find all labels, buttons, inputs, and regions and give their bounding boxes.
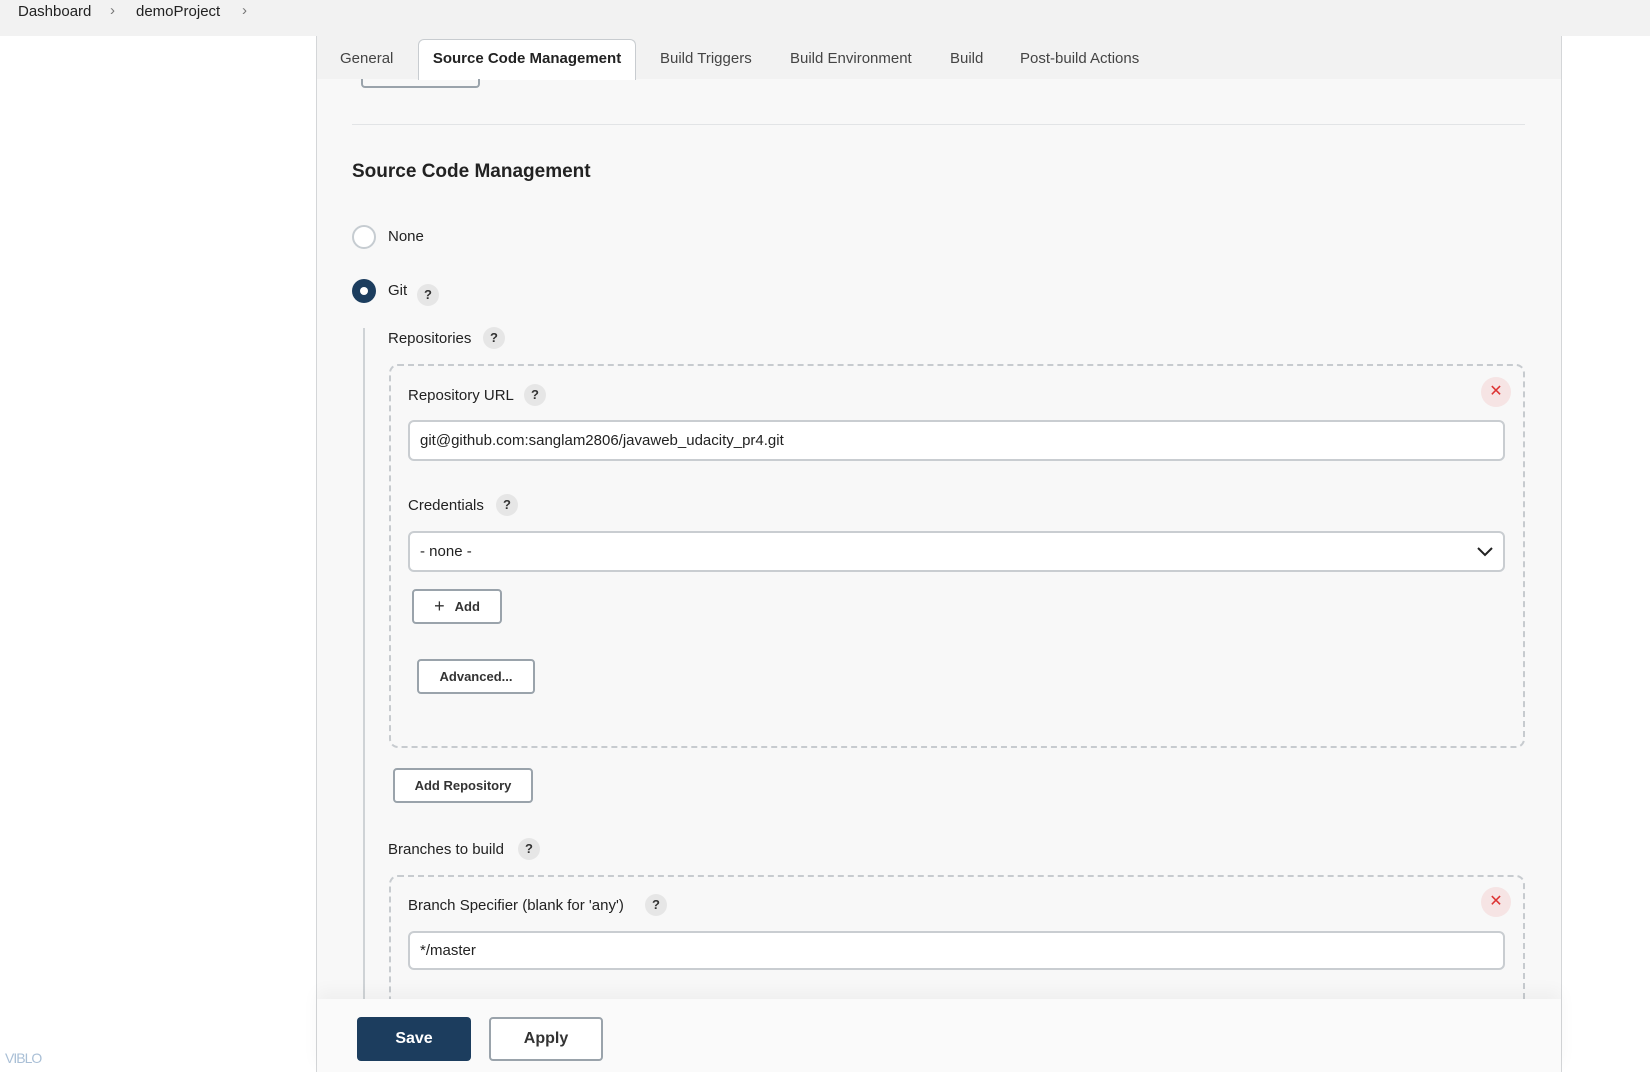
radio-none-label: None [388,228,424,245]
help-icon[interactable]: ? [483,327,505,349]
nested-indent-line [363,328,365,1000]
help-icon[interactable]: ? [524,384,546,406]
help-icon[interactable]: ? [417,284,439,306]
delete-branch-close-icon[interactable]: ✕ [1481,887,1511,917]
bottom-action-bar: Save Apply [317,999,1561,1072]
credentials-selected-value: - none - [420,543,472,560]
tab-bar: General Source Code Management Build Tri… [317,36,1561,80]
credentials-select[interactable]: - none - [408,531,1505,572]
help-icon[interactable]: ? [496,494,518,516]
advanced-button[interactable]: Advanced... [417,659,535,694]
repository-url-label: Repository URL [408,387,514,404]
chevron-right-icon: › [110,2,115,19]
apply-button[interactable]: Apply [489,1017,603,1061]
breadcrumb-bar: Dashboard › demoProject › [0,0,1650,36]
chevron-right-icon[interactable]: › [242,2,247,19]
radio-git-label: Git [388,282,408,299]
tab-post-build-actions[interactable]: Post-build Actions [1020,50,1139,67]
repositories-label: Repositories [388,330,472,347]
tab-build[interactable]: Build [950,50,983,67]
delete-repository-close-icon[interactable]: ✕ [1481,377,1511,407]
breadcrumb-dashboard[interactable]: Dashboard [18,3,91,20]
radio-git[interactable] [352,279,376,303]
save-button[interactable]: Save [357,1017,471,1061]
credentials-label: Credentials [408,497,484,514]
branch-specifier-label: Branch Specifier (blank for 'any') [408,897,624,914]
partial-button[interactable] [361,79,480,88]
repository-url-input[interactable]: git@github.com:sanglam2806/javaweb_udaci… [408,420,1505,461]
help-icon[interactable]: ? [518,838,540,860]
breadcrumb-demoproject[interactable]: demoProject [136,3,220,20]
tab-build-environment[interactable]: Build Environment [790,50,912,67]
watermark-logo: VIBLO [5,1050,42,1066]
chevron-down-icon [1477,546,1493,556]
branch-specifier-input[interactable]: */master [408,931,1505,970]
branches-label: Branches to build [388,841,504,858]
tab-source-code-management[interactable]: Source Code Management [418,39,636,80]
radio-none[interactable] [352,225,376,249]
tab-build-triggers[interactable]: Build Triggers [660,50,752,67]
plus-icon: + [434,596,445,616]
tab-general[interactable]: General [340,50,393,67]
add-label: Add [454,599,480,614]
add-credentials-button[interactable]: + Add [412,589,502,624]
add-repository-button[interactable]: Add Repository [393,768,533,803]
help-icon[interactable]: ? [645,894,667,916]
section-title: Source Code Management [352,161,591,182]
divider [352,124,1525,125]
